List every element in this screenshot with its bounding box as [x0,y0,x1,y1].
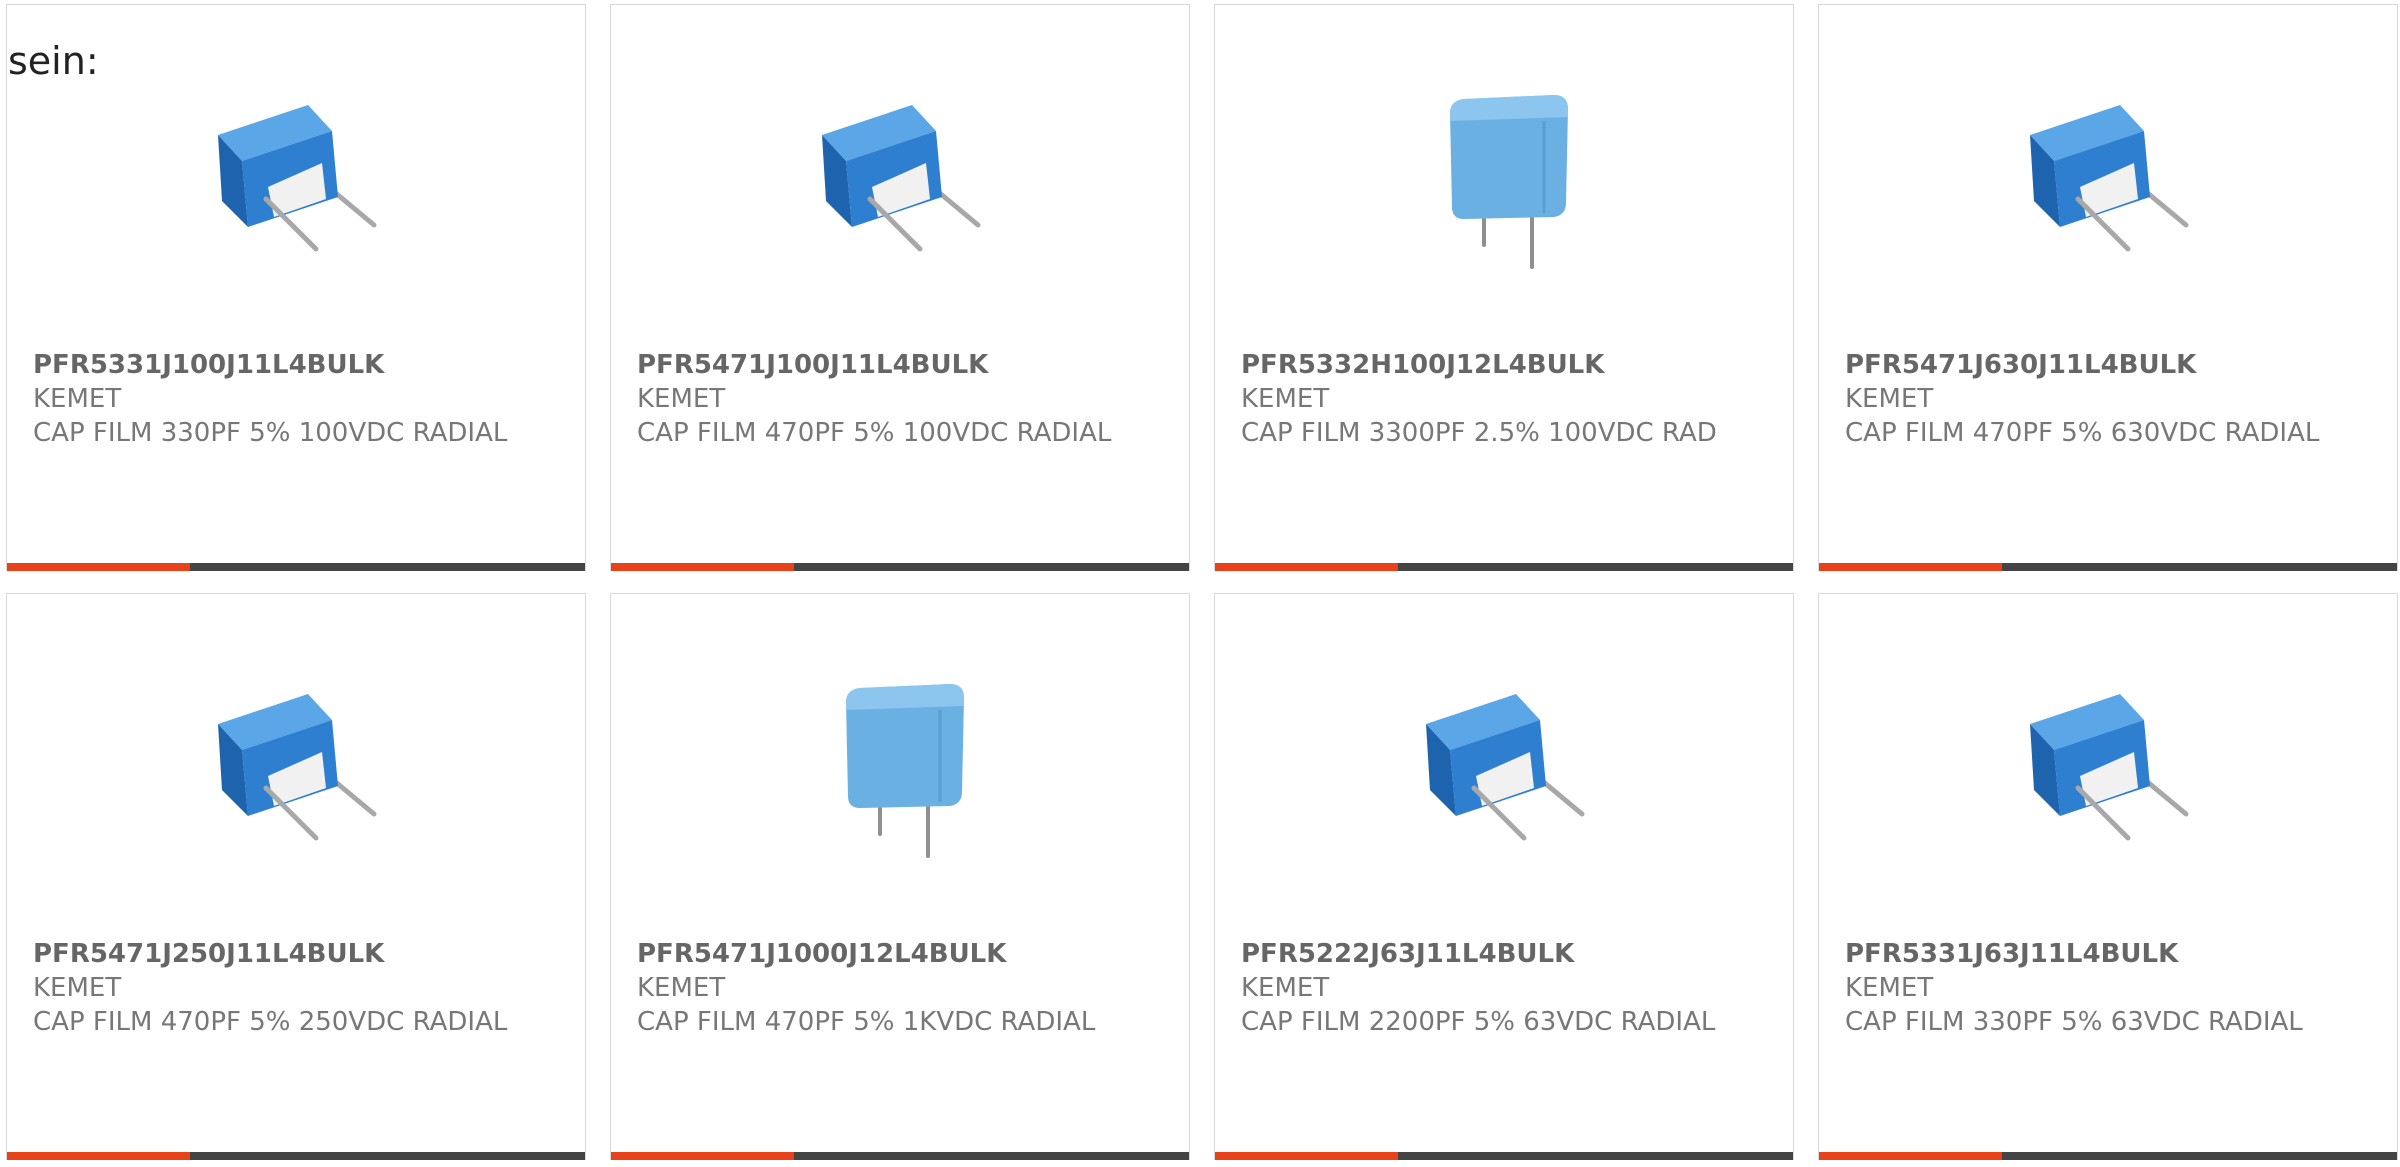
part-number-link[interactable]: PFR5331J100J11L4BULK [33,348,565,382]
film-capacitor-angled-icon[interactable] [2008,77,2208,277]
product-card[interactable]: PFR5222J63J11L4BULK KEMET CAP FILM 2200P… [1214,593,1794,1160]
film-capacitor-angled-icon[interactable] [196,666,396,866]
film-capacitor-boxed-icon[interactable] [1404,77,1604,277]
product-description: CAP FILM 330PF 5% 63VDC RADIAL [1845,1007,2303,1037]
product-description: CAP FILM 330PF 5% 100VDC RADIAL [33,418,508,448]
card-footer-accent [1215,563,1398,571]
card-footer-bar [1215,563,1793,571]
manufacturer: KEMET [1845,384,1934,414]
manufacturer: KEMET [33,973,122,1003]
part-number-link[interactable]: PFR5222J63J11L4BULK [1241,937,1773,971]
product-description: CAP FILM 470PF 5% 1KVDC RADIAL [637,1007,1096,1037]
product-description: CAP FILM 2200PF 5% 63VDC RADIAL [1241,1007,1716,1037]
product-description: CAP FILM 470PF 5% 250VDC RADIAL [33,1007,508,1037]
product-info: PFR5331J63J11L4BULK KEMET CAP FILM 330PF… [1845,937,2377,1039]
product-card[interactable]: PFR5331J100J11L4BULK KEMET CAP FILM 330P… [6,4,586,571]
intro-text: sein: [8,39,99,83]
product-info: PFR5471J1000J12L4BULK KEMET CAP FILM 470… [637,937,1169,1039]
card-footer-bar [7,563,585,571]
card-footer-accent [611,563,794,571]
film-capacitor-angled-icon[interactable] [800,77,1000,277]
manufacturer: KEMET [637,973,726,1003]
manufacturer: KEMET [637,384,726,414]
product-card[interactable]: PFR5471J1000J12L4BULK KEMET CAP FILM 470… [610,593,1190,1160]
card-footer-accent [7,563,190,571]
product-info: PFR5331J100J11L4BULK KEMET CAP FILM 330P… [33,348,565,450]
product-info: PFR5471J630J11L4BULK KEMET CAP FILM 470P… [1845,348,2377,450]
card-footer-bar [7,1152,585,1160]
manufacturer: KEMET [1241,384,1330,414]
product-grid: PFR5331J100J11L4BULK KEMET CAP FILM 330P… [6,4,2400,1160]
part-number-link[interactable]: PFR5471J100J11L4BULK [637,348,1169,382]
card-footer-accent [1819,1152,2002,1160]
product-description: CAP FILM 3300PF 2.5% 100VDC RAD [1241,418,1717,448]
card-footer-accent [7,1152,190,1160]
part-number-link[interactable]: PFR5471J1000J12L4BULK [637,937,1169,971]
manufacturer: KEMET [33,384,122,414]
product-card[interactable]: PFR5332H100J12L4BULK KEMET CAP FILM 3300… [1214,4,1794,571]
product-card[interactable]: PFR5331J63J11L4BULK KEMET CAP FILM 330PF… [1818,593,2398,1160]
card-footer-bar [1819,563,2397,571]
card-footer-accent [1215,1152,1398,1160]
product-card[interactable]: PFR5471J250J11L4BULK KEMET CAP FILM 470P… [6,593,586,1160]
product-info: PFR5332H100J12L4BULK KEMET CAP FILM 3300… [1241,348,1773,450]
manufacturer: KEMET [1845,973,1934,1003]
product-info: PFR5222J63J11L4BULK KEMET CAP FILM 2200P… [1241,937,1773,1039]
part-number-link[interactable]: PFR5332H100J12L4BULK [1241,348,1773,382]
product-card[interactable]: PFR5471J630J11L4BULK KEMET CAP FILM 470P… [1818,4,2398,571]
card-footer-bar [611,1152,1189,1160]
card-footer-accent [1819,563,2002,571]
film-capacitor-angled-icon[interactable] [2008,666,2208,866]
part-number-link[interactable]: PFR5471J250J11L4BULK [33,937,565,971]
film-capacitor-angled-icon[interactable] [1404,666,1604,866]
part-number-link[interactable]: PFR5471J630J11L4BULK [1845,348,2377,382]
product-description: CAP FILM 470PF 5% 100VDC RADIAL [637,418,1112,448]
card-footer-bar [611,563,1189,571]
product-description: CAP FILM 470PF 5% 630VDC RADIAL [1845,418,2320,448]
product-card[interactable]: PFR5471J100J11L4BULK KEMET CAP FILM 470P… [610,4,1190,571]
card-footer-accent [611,1152,794,1160]
part-number-link[interactable]: PFR5331J63J11L4BULK [1845,937,2377,971]
product-info: PFR5471J100J11L4BULK KEMET CAP FILM 470P… [637,348,1169,450]
film-capacitor-boxed-icon[interactable] [800,666,1000,866]
manufacturer: KEMET [1241,973,1330,1003]
product-info: PFR5471J250J11L4BULK KEMET CAP FILM 470P… [33,937,565,1039]
film-capacitor-angled-icon[interactable] [196,77,396,277]
card-footer-bar [1819,1152,2397,1160]
card-footer-bar [1215,1152,1793,1160]
